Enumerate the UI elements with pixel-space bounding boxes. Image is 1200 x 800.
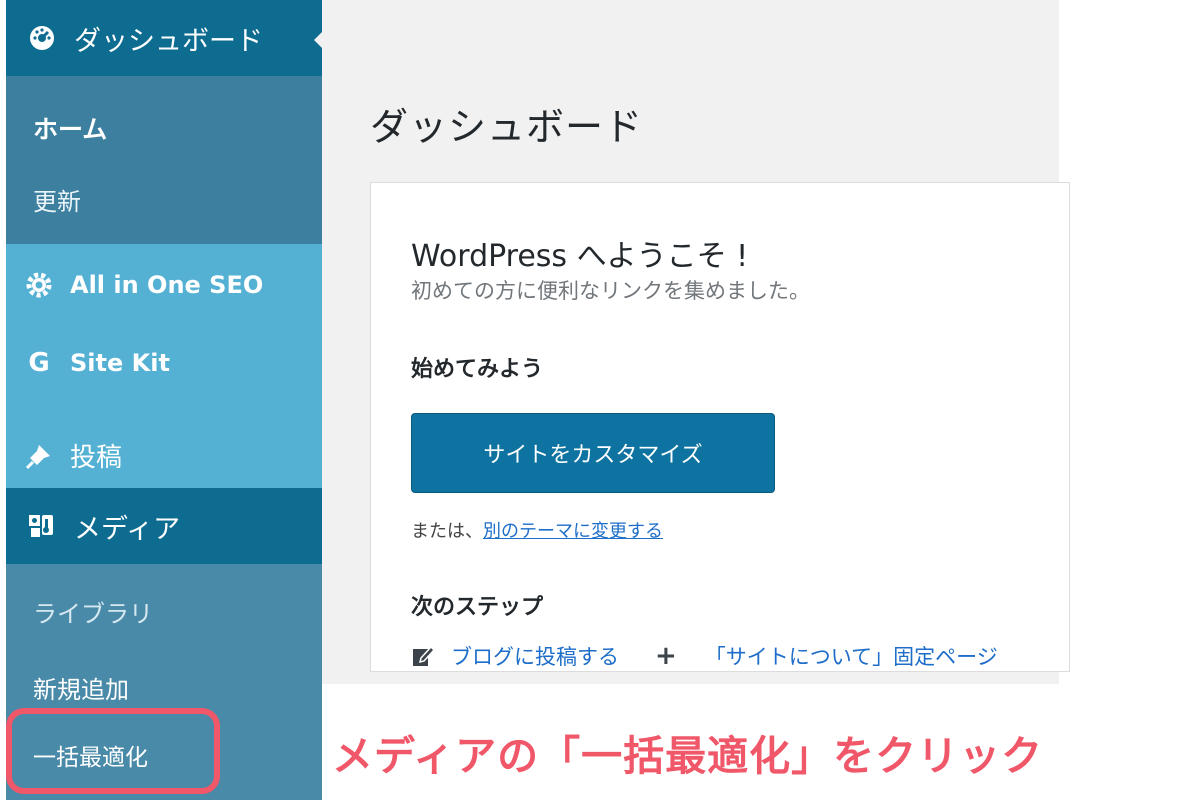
menu-site-kit-label: Site Kit [70, 349, 170, 377]
next-steps-heading: 次のステップ [411, 595, 544, 620]
step-write-blog-link[interactable]: ブログに投稿する [451, 641, 619, 671]
gear-icon [22, 268, 56, 302]
submenu-home[interactable]: ホーム [33, 110, 107, 146]
next-steps-row: ブログに投稿する + 「サイトについて」固定ページ [411, 641, 998, 671]
submenu-library[interactable]: ライブラリ [33, 594, 153, 629]
google-g-icon: G [28, 348, 50, 378]
dashboard-submenu: ホーム 更新 [6, 76, 322, 244]
alternate-theme-line: または、別のテーマに変更する [411, 517, 663, 543]
menu-all-in-one-seo-label: All in One SEO [70, 271, 264, 299]
menu-dashboard-label: ダッシュボード [74, 25, 263, 57]
menu-media-label: メディア [74, 513, 181, 545]
change-theme-link[interactable]: 別のテーマに変更する [483, 521, 663, 542]
plugin-menu-group: All in One SEO G Site Kit 投稿 [6, 244, 322, 488]
media-icon [24, 508, 60, 544]
alternate-prefix: または、 [411, 521, 483, 542]
get-started-heading: 始めてみよう [411, 357, 544, 382]
menu-dashboard[interactable]: ダッシュボード [6, 0, 324, 76]
pin-icon [22, 439, 56, 473]
plus-icon: + [655, 641, 677, 671]
menu-media[interactable]: メディア [6, 488, 322, 564]
dashboard-gauge-icon [24, 20, 60, 56]
submenu-updates[interactable]: 更新 [33, 182, 81, 217]
menu-site-kit[interactable]: G Site Kit [22, 346, 170, 380]
edit-icon [411, 644, 435, 668]
main-content: ダッシュボード WordPress へようこそ ! 初めての方に便利なリンクを集… [322, 0, 1070, 684]
submenu-add-new[interactable]: 新規追加 [33, 670, 129, 705]
page-title: ダッシュボード [370, 105, 644, 149]
highlight-box [6, 708, 220, 794]
menu-all-in-one-seo[interactable]: All in One SEO [22, 268, 263, 302]
welcome-title: WordPress へようこそ ! [411, 239, 749, 274]
customize-site-button[interactable]: サイトをカスタマイズ [411, 413, 775, 493]
step-about-page-link[interactable]: 「サイトについて」固定ページ [705, 641, 998, 671]
menu-posts-label: 投稿 [70, 443, 123, 473]
instruction-caption: メディアの「一括最適化」をクリック [332, 732, 1044, 780]
welcome-panel: WordPress へようこそ ! 初めての方に便利なリンクを集めました。 始め… [370, 182, 1070, 672]
welcome-description: 初めての方に便利なリンクを集めました。 [411, 279, 810, 303]
admin-sidebar: ダッシュボード ホーム 更新 All in One SEO G Site Kit [6, 0, 324, 800]
menu-posts[interactable]: 投稿 [22, 437, 122, 474]
